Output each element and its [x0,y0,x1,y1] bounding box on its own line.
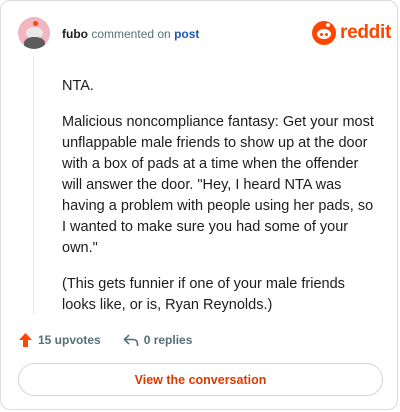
reddit-wordmark: reddit [340,22,391,43]
view-conversation-button[interactable]: View the conversation [18,363,383,396]
post-link[interactable]: post [174,27,199,41]
comment-actions: 15 upvotes 0 replies [18,331,214,349]
username-link[interactable]: fubo [62,27,88,41]
reddit-logo[interactable]: reddit [312,21,391,45]
upvote-arrow-icon [19,333,32,347]
comment-paragraph: (This gets funnier if one of your male f… [62,276,345,313]
avatar-antenna [33,21,38,26]
embedded-comment-card: fubo commented on post reddit NTA. Malic… [0,0,398,410]
reply-count: 0 replies [143,333,193,347]
comment-paragraph: Malicious noncompliance fantasy: Get you… [62,114,374,256]
comment-paragraph: NTA. [62,78,94,94]
reply-arrow-icon [123,334,139,346]
action-text: commented on [91,27,171,41]
comment-body: NTA. Malicious noncompliance fantasy: Ge… [62,76,380,331]
thread-line [33,56,34,314]
avatar-body [24,37,45,49]
upvote-count: 15 upvotes [38,333,101,347]
reply-button[interactable]: 0 replies [123,333,193,347]
reddit-snoo-icon [312,21,336,45]
comment-header: fubo commented on post [62,27,199,41]
upvote-button[interactable]: 15 upvotes [18,332,101,348]
avatar[interactable] [18,17,50,49]
